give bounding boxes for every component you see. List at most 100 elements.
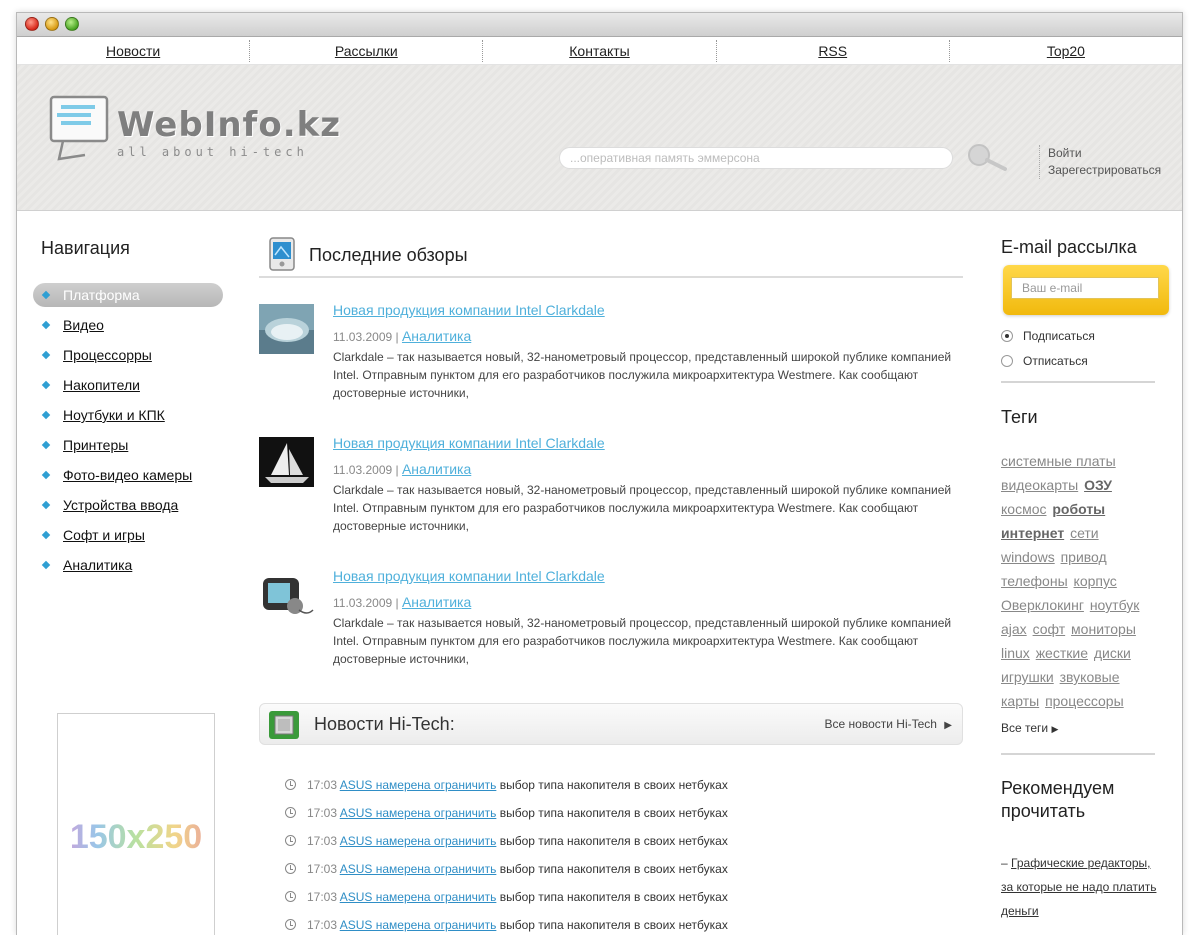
article-item: Новая продукция компании Intel Clarkdale… bbox=[259, 278, 963, 411]
tag-link[interactable]: системные платы bbox=[1001, 453, 1116, 469]
tag-link[interactable]: софт bbox=[1033, 621, 1066, 637]
article-thumbnail[interactable] bbox=[259, 570, 314, 620]
nav-item-label[interactable]: Накопители bbox=[63, 377, 140, 393]
article-title-link[interactable]: Новая продукция компании Intel Clarkdale bbox=[333, 302, 605, 318]
bullet-icon bbox=[41, 500, 51, 510]
tag-link[interactable]: windows bbox=[1001, 549, 1055, 565]
article-category-link[interactable]: Аналитика bbox=[402, 461, 471, 477]
topnav-rss[interactable]: RSS bbox=[717, 40, 950, 62]
article-title-link[interactable]: Новая продукция компании Intel Clarkdale bbox=[333, 568, 605, 584]
nav-item-input-devices[interactable]: Устройства ввода bbox=[33, 493, 233, 523]
tag-link[interactable]: звуковые bbox=[1060, 669, 1120, 685]
nav-item-software[interactable]: Софт и игры bbox=[33, 523, 233, 553]
tag-link[interactable]: мониторы bbox=[1071, 621, 1136, 637]
tag-link[interactable]: космос bbox=[1001, 501, 1046, 517]
news-link[interactable]: ASUS намерена ограничить bbox=[340, 862, 497, 876]
register-link[interactable]: Зарегестрироваться bbox=[1048, 162, 1161, 179]
nav-item-storage[interactable]: Накопители bbox=[33, 373, 233, 403]
tags-title: Теги bbox=[1001, 407, 1038, 427]
ad-banner[interactable]: 150x250 bbox=[57, 713, 215, 935]
tag-link[interactable]: корпус bbox=[1074, 573, 1117, 589]
site-logo[interactable]: WebInfo.kz all about hi-tech bbox=[45, 93, 345, 173]
nav-item-label[interactable]: Принтеры bbox=[63, 437, 128, 453]
article-category-link[interactable]: Аналитика bbox=[402, 328, 471, 344]
login-link[interactable]: Войти bbox=[1048, 145, 1161, 162]
all-tags-link[interactable]: Все теги ▶ bbox=[1001, 721, 1161, 735]
search-input[interactable]: ...оперативная память эммерсона bbox=[559, 147, 953, 169]
email-field[interactable]: Ваш e-mail bbox=[1011, 277, 1159, 299]
tag-link[interactable]: телефоны bbox=[1001, 573, 1068, 589]
news-link[interactable]: ASUS намерена ограничить bbox=[340, 806, 497, 820]
tag-link[interactable]: сети bbox=[1070, 525, 1099, 541]
tag-link[interactable]: ноутбук bbox=[1090, 597, 1140, 613]
nav-item-cameras[interactable]: Фото-видео камеры bbox=[33, 463, 233, 493]
tag-link[interactable]: Оверклокинг bbox=[1001, 597, 1084, 613]
nav-item-label[interactable]: Процессорры bbox=[63, 347, 152, 363]
article-thumbnail[interactable] bbox=[259, 304, 314, 354]
tag-cloud: системные платы видеокарты ОЗУ космос ро… bbox=[1001, 449, 1159, 713]
nav-item-printers[interactable]: Принтеры bbox=[33, 433, 233, 463]
tag-link[interactable]: linux bbox=[1001, 645, 1030, 661]
bullet-icon bbox=[41, 440, 51, 450]
news-title: Новости Hi-Tech: bbox=[314, 714, 455, 734]
nav-item-label[interactable]: Аналитика bbox=[63, 557, 132, 573]
news-item: 17:03 ASUS намерена ограничить выбор тип… bbox=[285, 778, 965, 806]
tag-link[interactable]: игрушки bbox=[1001, 669, 1054, 685]
tag-link[interactable]: интернет bbox=[1001, 525, 1064, 541]
news-text: выбор типа накопителя в своих нетбуках bbox=[496, 862, 728, 876]
news-text: выбор типа накопителя в своих нетбуках bbox=[496, 806, 728, 820]
nav-item-laptops[interactable]: Ноутбуки и КПК bbox=[33, 403, 233, 433]
nav-item-label[interactable]: Видео bbox=[63, 317, 104, 333]
nav-item-analytics[interactable]: Аналитика bbox=[33, 553, 233, 583]
arrow-right-icon: ▶ bbox=[1051, 724, 1059, 734]
nav-item-processors[interactable]: Процессорры bbox=[33, 343, 233, 373]
close-window-button[interactable] bbox=[25, 17, 39, 31]
logo-tagline: all about hi-tech bbox=[117, 145, 308, 159]
nav-item-video[interactable]: Видео bbox=[33, 313, 233, 343]
article-thumbnail[interactable] bbox=[259, 437, 314, 487]
window-titlebar bbox=[17, 13, 1182, 37]
tag-link[interactable]: видеокарты bbox=[1001, 477, 1078, 493]
all-news-link[interactable]: Все новости Hi-Tech ▶ bbox=[825, 717, 952, 731]
tag-link[interactable]: ОЗУ bbox=[1084, 477, 1112, 493]
nav-item-label[interactable]: Устройства ввода bbox=[63, 497, 178, 513]
news-link[interactable]: ASUS намерена ограничить bbox=[340, 778, 497, 792]
divider bbox=[1001, 381, 1155, 383]
nav-item-label[interactable]: Платформа bbox=[63, 287, 140, 303]
category-nav: Платформа Видео Процессорры Накопители Н… bbox=[33, 283, 233, 583]
search-icon[interactable] bbox=[965, 143, 1009, 173]
tag-link[interactable]: привод bbox=[1061, 549, 1107, 565]
topnav-contacts[interactable]: Контакты bbox=[483, 40, 717, 62]
maximize-window-button[interactable] bbox=[65, 17, 79, 31]
tag-link[interactable]: ajax bbox=[1001, 621, 1027, 637]
clock-icon bbox=[285, 835, 296, 846]
news-link[interactable]: ASUS намерена ограничить bbox=[340, 918, 497, 932]
tag-link[interactable]: роботы bbox=[1052, 501, 1105, 517]
topnav-news[interactable]: Новости bbox=[17, 40, 251, 62]
article-category-link[interactable]: Аналитика bbox=[402, 594, 471, 610]
nav-item-platform[interactable]: Платформа bbox=[33, 283, 233, 313]
minimize-window-button[interactable] bbox=[45, 17, 59, 31]
subscribe-radio[interactable]: Подписаться bbox=[1001, 329, 1161, 354]
news-link[interactable]: ASUS намерена ограничить bbox=[340, 834, 497, 848]
article-title-link[interactable]: Новая продукция компании Intel Clarkdale bbox=[333, 435, 605, 451]
topnav-mailings[interactable]: Рассылки bbox=[250, 40, 484, 62]
unsubscribe-radio[interactable]: Отписаться bbox=[1001, 354, 1161, 379]
nav-item-label[interactable]: Софт и игры bbox=[63, 527, 145, 543]
tag-link[interactable]: карты bbox=[1001, 693, 1039, 709]
clock-icon bbox=[285, 807, 296, 818]
topnav-top20[interactable]: Top20 bbox=[950, 40, 1182, 62]
recommend-link[interactable]: Графические редакторы, за которые не над… bbox=[1001, 856, 1156, 918]
article-description: Clarkdale – так называется новый, 32-нан… bbox=[333, 616, 952, 666]
email-subscribe-box: Ваш e-mail bbox=[1003, 265, 1169, 315]
nav-item-label[interactable]: Фото-видео камеры bbox=[63, 467, 192, 483]
news-link[interactable]: ASUS намерена ограничить bbox=[340, 890, 497, 904]
tag-link[interactable]: процессоры bbox=[1045, 693, 1124, 709]
tag-link[interactable]: диски bbox=[1094, 645, 1131, 661]
reviews-title: Последние обзоры bbox=[309, 245, 468, 265]
tag-link[interactable]: жесткие bbox=[1036, 645, 1088, 661]
nav-item-label[interactable]: Ноутбуки и КПК bbox=[63, 407, 165, 423]
article-item: Новая продукция компании Intel Clarkdale… bbox=[259, 411, 963, 544]
chip-icon bbox=[269, 711, 299, 739]
news-item: 17:03 ASUS намерена ограничить выбор тип… bbox=[285, 862, 965, 890]
